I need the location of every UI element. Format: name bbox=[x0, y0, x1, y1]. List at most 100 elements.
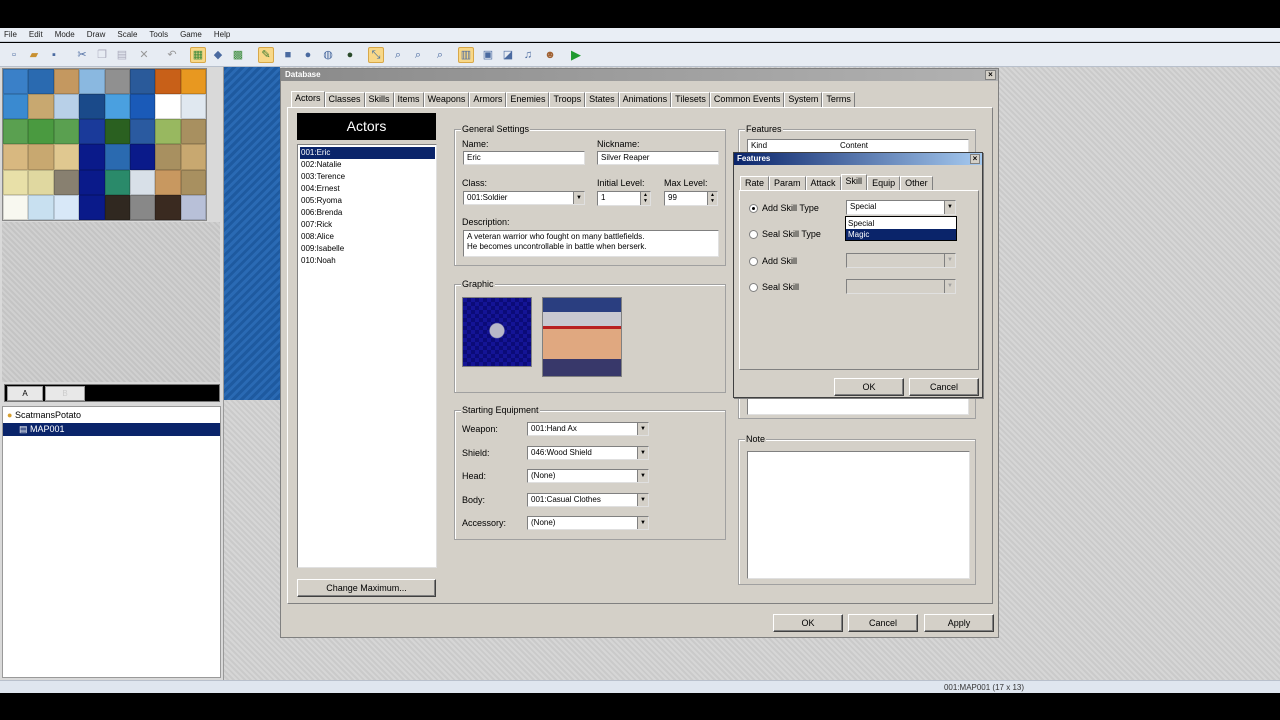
tile[interactable] bbox=[53, 169, 80, 195]
actor-list[interactable]: 001:Eric 002:Natalie 003:Terence 004:Ernest… bbox=[297, 144, 437, 568]
tile[interactable] bbox=[53, 144, 80, 170]
tile[interactable] bbox=[79, 119, 105, 145]
tile[interactable] bbox=[129, 69, 156, 95]
menu-mode[interactable]: Mode bbox=[55, 30, 75, 39]
database-title-bar[interactable]: Database × bbox=[281, 69, 998, 81]
db-ok-button[interactable]: OK bbox=[773, 614, 843, 632]
map-tree-project[interactable]: ● ScatmansPotato bbox=[3, 409, 220, 422]
tile[interactable] bbox=[180, 94, 206, 120]
features-ok-button[interactable]: OK bbox=[834, 378, 904, 396]
features-dialog-title-bar[interactable]: Features × bbox=[734, 153, 982, 165]
tab-classes[interactable]: Classes bbox=[324, 92, 365, 107]
sound-test-icon[interactable]: ♫ bbox=[520, 47, 536, 63]
tab-enemies[interactable]: Enemies bbox=[506, 92, 550, 107]
radio-button[interactable] bbox=[749, 204, 758, 213]
tile[interactable] bbox=[155, 119, 181, 145]
list-item[interactable]: 004:Ernest bbox=[300, 183, 435, 195]
tab-states[interactable]: States bbox=[585, 92, 619, 107]
db-cancel-button[interactable]: Cancel bbox=[848, 614, 918, 632]
tileset-tab-b[interactable]: B bbox=[45, 386, 85, 401]
nickname-field[interactable]: Silver Reaper bbox=[597, 151, 719, 165]
tile[interactable] bbox=[53, 194, 80, 220]
spin-arrows-icon[interactable]: ▲ ▼ bbox=[640, 192, 650, 205]
list-item[interactable]: 006:Brenda bbox=[300, 207, 435, 219]
tile[interactable] bbox=[28, 194, 54, 220]
chevron-down-icon[interactable]: ▼ bbox=[637, 517, 648, 529]
tab-actors[interactable]: Actors bbox=[291, 91, 325, 108]
delete-icon[interactable]: ✕ bbox=[136, 47, 152, 63]
tile[interactable] bbox=[3, 144, 29, 170]
tile[interactable] bbox=[104, 194, 130, 220]
tab-param[interactable]: Param bbox=[769, 176, 806, 190]
chevron-down-icon[interactable]: ▼ bbox=[637, 493, 648, 506]
tileset-palette[interactable] bbox=[2, 68, 207, 221]
flood-fill-icon[interactable]: ◍ bbox=[320, 47, 336, 63]
tile[interactable] bbox=[28, 144, 54, 170]
character-sprite[interactable] bbox=[462, 297, 532, 367]
tile[interactable] bbox=[155, 194, 181, 220]
menu-file[interactable]: File bbox=[4, 30, 17, 39]
option-select[interactable]: Special ▼ bbox=[846, 200, 956, 215]
tile[interactable] bbox=[104, 69, 130, 95]
name-field[interactable]: Eric bbox=[463, 151, 585, 165]
skill-type-dropdown-list[interactable]: Special Magic bbox=[845, 216, 957, 241]
tile[interactable] bbox=[28, 119, 54, 145]
paste-icon[interactable]: ▤ bbox=[114, 47, 130, 63]
tile[interactable] bbox=[104, 94, 130, 120]
resource-manager-icon[interactable]: ▣ bbox=[480, 47, 496, 63]
equipment-select[interactable]: 001:Casual Clothes ▼ bbox=[527, 492, 649, 507]
tab-equip[interactable]: Equip bbox=[867, 176, 901, 190]
radio-button[interactable] bbox=[749, 256, 758, 266]
tab-skill[interactable]: Skill bbox=[840, 174, 868, 190]
tile[interactable] bbox=[28, 169, 54, 195]
chevron-down-icon[interactable]: ▼ bbox=[944, 279, 955, 293]
equipment-select[interactable]: (None) ▼ bbox=[527, 516, 649, 530]
tile[interactable] bbox=[180, 169, 206, 195]
tile[interactable] bbox=[180, 144, 206, 170]
tile[interactable] bbox=[104, 169, 130, 195]
tile[interactable] bbox=[129, 169, 156, 195]
tab-weapons[interactable]: Weapons bbox=[423, 92, 470, 107]
close-icon[interactable]: × bbox=[970, 154, 980, 164]
tile[interactable] bbox=[79, 194, 105, 220]
dropdown-option[interactable]: Special bbox=[846, 218, 956, 229]
option-select[interactable]: ▼ bbox=[846, 252, 956, 268]
tile[interactable] bbox=[3, 69, 29, 95]
shadow-pen-icon[interactable]: ● bbox=[342, 47, 358, 63]
menu-game[interactable]: Game bbox=[180, 30, 202, 39]
tile[interactable] bbox=[79, 69, 105, 95]
rectangle-icon[interactable]: ■ bbox=[280, 47, 296, 63]
max-level-stepper[interactable]: 99 ▲ ▼ bbox=[664, 191, 718, 206]
tile[interactable] bbox=[180, 194, 206, 220]
tile[interactable] bbox=[53, 119, 80, 145]
tile[interactable] bbox=[28, 69, 54, 95]
zoom-2-icon[interactable]: ⌕ bbox=[410, 47, 426, 63]
features-cancel-button[interactable]: Cancel bbox=[909, 378, 979, 396]
region-icon[interactable]: ▩ bbox=[230, 47, 246, 63]
list-item[interactable]: 005:Ryoma bbox=[300, 195, 435, 207]
tile[interactable] bbox=[3, 94, 29, 120]
tile[interactable] bbox=[53, 94, 80, 120]
layer-map-icon[interactable]: ▦ bbox=[190, 47, 206, 63]
equipment-select[interactable]: 046:Wood Shield ▼ bbox=[527, 445, 649, 460]
copy-icon[interactable]: ❐ bbox=[94, 47, 110, 63]
chevron-down-icon[interactable]: ▼ bbox=[637, 423, 648, 435]
tab-attack[interactable]: Attack bbox=[805, 176, 841, 190]
face-portrait[interactable] bbox=[542, 297, 622, 377]
list-item[interactable]: 003:Terence bbox=[300, 171, 435, 183]
script-editor-icon[interactable]: ◪ bbox=[500, 47, 516, 63]
tile[interactable] bbox=[3, 119, 29, 145]
map-tree[interactable]: ● ScatmansPotato ▤ MAP001 bbox=[2, 406, 221, 678]
tile[interactable] bbox=[129, 144, 156, 170]
tile[interactable] bbox=[104, 144, 130, 170]
option-select[interactable]: ▼ bbox=[846, 278, 956, 294]
cut-icon[interactable]: ✂ bbox=[74, 47, 90, 63]
tab-other[interactable]: Other bbox=[900, 176, 933, 190]
tile[interactable] bbox=[155, 169, 181, 195]
save-icon[interactable]: ▪ bbox=[46, 47, 62, 63]
chevron-down-icon[interactable]: ▼ bbox=[637, 470, 648, 482]
equipment-select[interactable]: 001:Hand Ax ▼ bbox=[527, 422, 649, 436]
list-item[interactable]: 002:Natalie bbox=[300, 159, 435, 171]
list-item[interactable]: 007:Rick bbox=[300, 219, 435, 231]
tile[interactable] bbox=[180, 69, 206, 95]
